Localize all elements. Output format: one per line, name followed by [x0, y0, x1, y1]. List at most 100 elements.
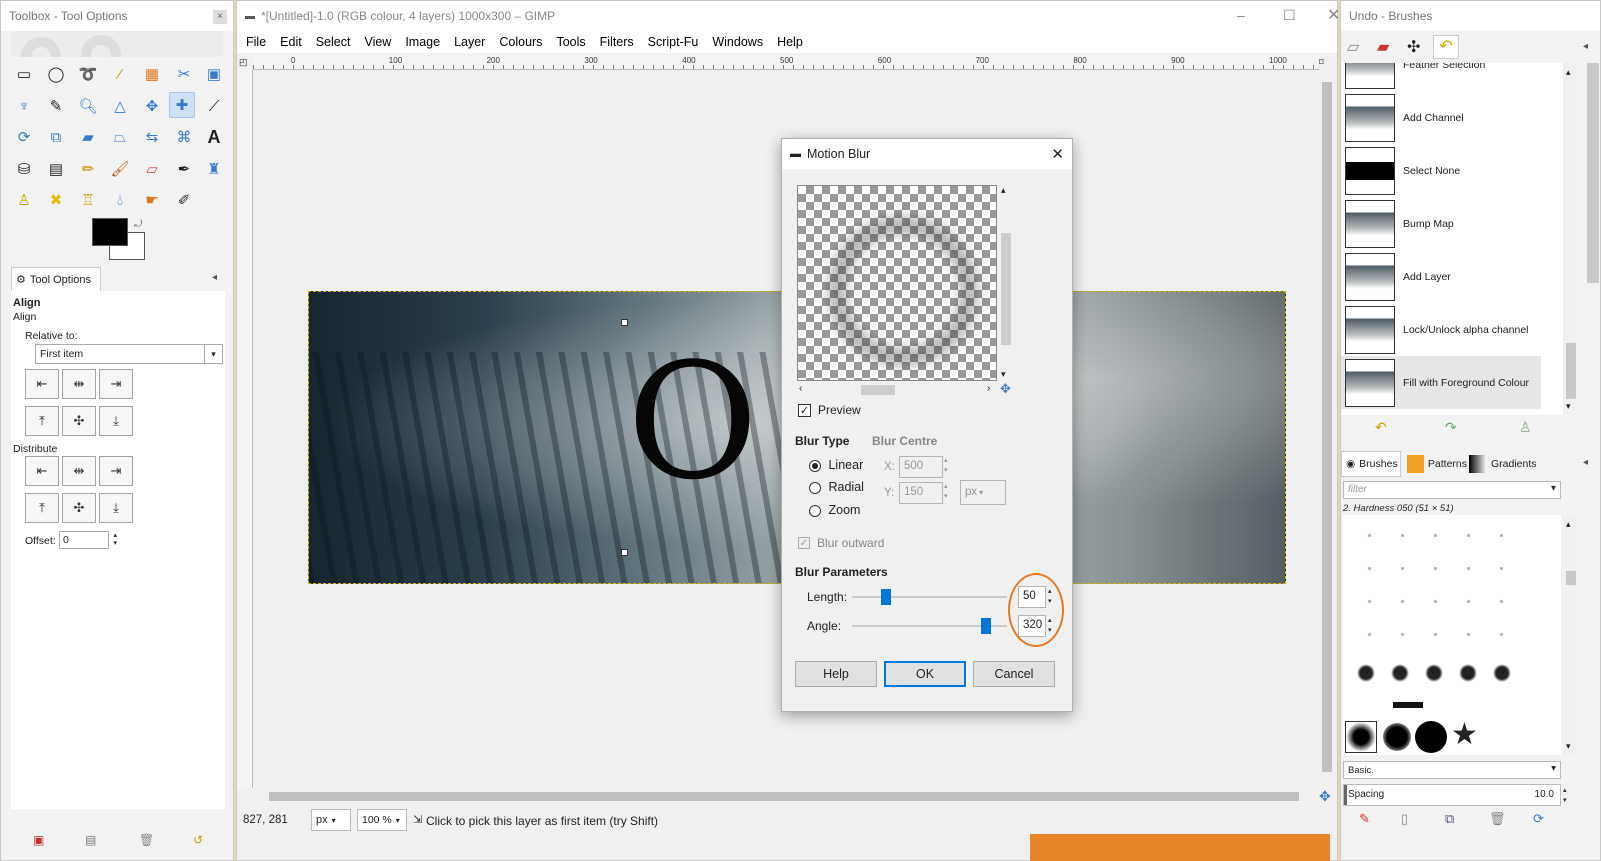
chevron-up-icon[interactable]: ▴: [1001, 185, 1006, 196]
dodge-burn-icon[interactable]: ✐: [171, 187, 197, 213]
eraser-icon[interactable]: ▱: [139, 156, 165, 182]
close-icon[interactable]: ✕: [1051, 145, 1064, 163]
refresh-brushes-icon[interactable]: ⟳: [1533, 811, 1544, 827]
perspective-clone-icon[interactable]: ♖: [75, 187, 101, 213]
heal-icon[interactable]: ✖: [43, 187, 69, 213]
menu-select[interactable]: Select: [309, 35, 358, 49]
horizontal-scrollbar[interactable]: [253, 788, 1319, 804]
ellipse-select-icon[interactable]: ◯: [43, 61, 69, 87]
length-slider[interactable]: [852, 589, 1007, 605]
centre-x-input[interactable]: 500: [899, 456, 943, 478]
chevron-down-icon[interactable]: ▾: [1566, 401, 1571, 412]
menu-colours[interactable]: Colours: [492, 35, 549, 49]
new-brush-icon[interactable]: ▯: [1401, 811, 1408, 827]
radio-radial-indicator[interactable]: [809, 481, 821, 494]
rect-select-icon[interactable]: ▭: [11, 61, 37, 87]
blur-outward-row[interactable]: ✓ Blur outward: [798, 536, 884, 550]
pencil-icon[interactable]: ✏: [75, 156, 101, 182]
gradient-icon[interactable]: ▤: [43, 156, 69, 182]
history-item[interactable]: Bump Map: [1341, 197, 1541, 250]
paintbrush-icon[interactable]: 🖌︎: [107, 156, 133, 182]
centre-y-input[interactable]: 150: [899, 482, 943, 504]
menu-view[interactable]: View: [357, 35, 398, 49]
align-middle-button[interactable]: ✣: [62, 406, 96, 436]
paths-tab-icon[interactable]: ✣: [1407, 37, 1420, 57]
canvas-letter[interactable]: O: [627, 342, 758, 502]
edit-brush-icon[interactable]: ✎: [1359, 811, 1370, 827]
delete-options-icon[interactable]: 🗑︎: [139, 833, 154, 847]
maximize-icon[interactable]: ☐: [1283, 7, 1296, 24]
spin-arrows-icon[interactable]: ▴ ▾: [944, 456, 948, 476]
text-icon[interactable]: A: [201, 124, 227, 150]
align-right-edge-button[interactable]: ⇥: [99, 369, 133, 399]
history-item[interactable]: Fill with Foreground Colour: [1341, 356, 1541, 409]
zoom-select[interactable]: 100 % ▾: [357, 809, 407, 831]
distribute-center-button[interactable]: ⇹: [62, 456, 96, 486]
menu-edit[interactable]: Edit: [273, 35, 309, 49]
angle-slider[interactable]: [852, 618, 1007, 634]
tool-options-tab[interactable]: ⚙ Tool Options: [11, 267, 101, 291]
close-icon[interactable]: ×: [213, 10, 227, 24]
clone-icon[interactable]: ♙: [11, 187, 37, 213]
free-select-icon[interactable]: ➰: [75, 61, 101, 87]
chevron-down-icon[interactable]: ▾: [1001, 369, 1006, 380]
foreground-select-icon[interactable]: ▣: [201, 61, 227, 87]
menu-help[interactable]: Help: [770, 35, 810, 49]
paths-icon[interactable]: ♆: [11, 93, 37, 119]
tag-select[interactable]: Basic. ▾: [1343, 761, 1561, 779]
spin-arrows-icon[interactable]: ▴ ▾: [1563, 786, 1567, 806]
align-left-edge-button[interactable]: ⇤: [25, 369, 59, 399]
swap-colors-icon[interactable]: ⤾: [134, 219, 142, 230]
brush-filter-input[interactable]: filter ▾: [1343, 481, 1561, 499]
navigate-move-icon[interactable]: ✥: [1319, 788, 1331, 805]
horizontal-ruler[interactable]: 0 100 200 300 400 500 600 700 800 900 1000: [253, 56, 1319, 70]
configure-tab-icon[interactable]: ◂: [1583, 457, 1588, 468]
distribute-left-button[interactable]: ⇤: [25, 456, 59, 486]
ok-button[interactable]: OK: [884, 661, 966, 687]
scale-icon[interactable]: ⧉: [43, 124, 69, 150]
menu-windows[interactable]: Windows: [705, 35, 770, 49]
cage-icon[interactable]: ⌘: [171, 124, 197, 150]
radio-zoom[interactable]: Zoom: [809, 503, 860, 517]
layers-tab-icon[interactable]: ▱: [1347, 37, 1359, 57]
close-icon[interactable]: ✕: [1327, 5, 1340, 25]
perspective-icon[interactable]: ⏢: [107, 124, 133, 150]
align-top-edge-button[interactable]: ⤒: [25, 406, 59, 436]
navigate-icon[interactable]: ⌑: [1319, 57, 1324, 68]
spin-arrows-icon[interactable]: ▴ ▾: [113, 532, 117, 548]
unit-select[interactable]: px ▾: [311, 809, 351, 831]
distribute-middle-button[interactable]: ✣: [62, 493, 96, 523]
transform-handle[interactable]: [621, 319, 628, 326]
select-by-color-icon[interactable]: ▦: [139, 61, 165, 87]
centre-unit-select[interactable]: px ▾: [960, 480, 1006, 505]
move-icon[interactable]: ✥: [139, 93, 165, 119]
restore-options-icon[interactable]: ▤: [85, 833, 96, 847]
relative-to-select[interactable]: First item ▾: [35, 344, 223, 364]
menu-scriptfu[interactable]: Script-Fu: [641, 35, 706, 49]
shear-icon[interactable]: ▰: [75, 124, 101, 150]
clear-history-icon[interactable]: ♙: [1519, 419, 1532, 436]
preview-checkbox[interactable]: ✓: [798, 403, 811, 417]
history-item[interactable]: Lock/Unlock alpha channel: [1341, 303, 1541, 356]
vertical-scrollbar[interactable]: [1319, 70, 1335, 788]
selected-brush[interactable]: [1345, 721, 1377, 753]
distribute-right-button[interactable]: ⇥: [99, 456, 133, 486]
distribute-top-button[interactable]: ⤒: [25, 493, 59, 523]
align-bottom-edge-button[interactable]: ⤓: [99, 406, 133, 436]
delete-brush-icon[interactable]: 🗑︎: [1489, 811, 1506, 827]
tab-brushes[interactable]: ◉ Brushes: [1341, 451, 1401, 477]
radio-linear[interactable]: Linear: [809, 458, 863, 472]
duplicate-brush-icon[interactable]: ⧉: [1445, 811, 1454, 827]
history-item[interactable]: Add Layer: [1341, 250, 1541, 303]
radio-radial[interactable]: Radial: [809, 480, 864, 494]
bucket-fill-icon[interactable]: ⛁: [11, 156, 37, 182]
configure-tab-icon[interactable]: ◂: [1583, 41, 1588, 52]
history-item[interactable]: Add Channel: [1341, 91, 1541, 144]
history-scrollbar[interactable]: ▴ ▾: [1564, 63, 1578, 415]
reset-options-icon[interactable]: ↺: [193, 833, 203, 847]
menu-tools[interactable]: Tools: [549, 35, 592, 49]
blur-outward-checkbox[interactable]: ✓: [798, 537, 810, 549]
transform-handle[interactable]: [621, 549, 628, 556]
align-icon[interactable]: ✚: [169, 92, 195, 118]
spacing-slider[interactable]: Spacing 10.0: [1343, 784, 1561, 806]
